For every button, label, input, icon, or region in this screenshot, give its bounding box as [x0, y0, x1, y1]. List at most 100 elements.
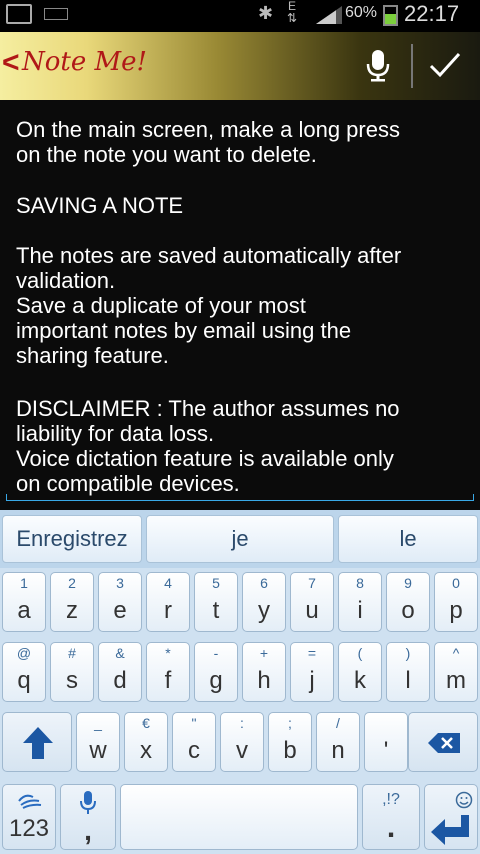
battery-icon: [383, 5, 398, 26]
enter-icon: [431, 815, 469, 845]
key-b[interactable]: ; b: [268, 712, 312, 772]
app-header: < Note Me!: [0, 32, 480, 100]
note-paragraph: On the main screen, make a long press on…: [16, 117, 400, 167]
key-h[interactable]: + h: [242, 642, 286, 702]
space-key[interactable]: [120, 784, 358, 850]
shift-key[interactable]: [2, 712, 72, 772]
comma-label: ,: [84, 815, 92, 846]
key-g[interactable]: -g: [194, 642, 238, 702]
key-l[interactable]: ) l: [386, 642, 430, 702]
key-c[interactable]: " c: [172, 712, 216, 772]
key-label: ': [383, 737, 389, 764]
microphone-icon[interactable]: [364, 48, 392, 82]
signal-icon: [316, 6, 342, 24]
key-r[interactable]: 4r: [146, 572, 190, 632]
key-alt-label: 7: [308, 575, 316, 591]
key-label: m: [446, 667, 466, 694]
back-button[interactable]: <: [2, 46, 20, 80]
key-f[interactable]: * f: [146, 642, 190, 702]
key-alt-label: ": [191, 715, 197, 731]
key-label: l: [405, 667, 411, 694]
key-label: q: [17, 667, 31, 694]
key-label: e: [113, 597, 127, 624]
key-alt-label: _: [94, 715, 102, 731]
key-label: f: [164, 667, 172, 694]
key-label: h: [257, 667, 271, 694]
key-alt-label: @: [16, 645, 32, 661]
comma-mic-key[interactable]: ,: [60, 784, 116, 850]
key-label: u: [305, 597, 319, 624]
gallery-notification-icon: [6, 4, 32, 24]
microphone-icon: [80, 791, 96, 814]
key-a[interactable]: 1a: [2, 572, 46, 632]
key-label: r: [164, 597, 172, 624]
key-y[interactable]: 6y: [242, 572, 286, 632]
app-title: Note Me!: [22, 47, 147, 77]
clock: 22:17: [404, 1, 460, 26]
key-n[interactable]: / n: [316, 712, 360, 772]
key-d[interactable]: & d: [98, 642, 142, 702]
key-label: a: [17, 597, 31, 624]
key-p[interactable]: 0p: [434, 572, 478, 632]
text-field-underline: [6, 500, 474, 501]
key-alt-label: =: [307, 645, 317, 661]
suggestion-3[interactable]: le: [338, 515, 478, 563]
key-label: x: [140, 737, 152, 764]
key-v[interactable]: :v: [220, 712, 264, 772]
suggestion-2[interactable]: je: [146, 515, 334, 563]
key-o[interactable]: 9o: [386, 572, 430, 632]
key-label: k: [354, 667, 366, 694]
enter-key[interactable]: [424, 784, 478, 850]
key-alt-label: +: [259, 645, 269, 661]
key-t[interactable]: 5t: [194, 572, 238, 632]
note-editor[interactable]: On the main screen, make a long press on…: [0, 100, 480, 510]
suggestion-1[interactable]: Enregistrez: [2, 515, 142, 563]
key-label: w: [89, 737, 107, 764]
key-w[interactable]: _ w: [76, 712, 120, 772]
key-alt-label: ): [405, 645, 411, 661]
swype-key[interactable]: 123: [2, 784, 56, 850]
status-bar: ✱ E ⇅ 60% 22:17: [0, 0, 480, 30]
battery-percent: 60%: [345, 4, 378, 21]
key-alt-label: 4: [164, 575, 172, 591]
key-label: z: [66, 597, 78, 624]
key-alt-label: ^: [452, 645, 460, 661]
key-label: v: [236, 737, 248, 764]
key-apostrophe[interactable]: ': [364, 712, 408, 772]
key-alt-label: 5: [212, 575, 220, 591]
key-u[interactable]: 7u: [290, 572, 334, 632]
bluetooth-icon: ✱: [258, 3, 274, 23]
key-alt-label: /: [336, 715, 340, 731]
key-label: g: [209, 667, 223, 694]
swype-icon: [18, 794, 42, 809]
key-alt-label: 6: [260, 575, 268, 591]
period-key[interactable]: ,!? .: [362, 784, 420, 850]
key-alt-label: &: [115, 645, 125, 661]
key-i[interactable]: 8i: [338, 572, 382, 632]
soft-keyboard: Enregistrez je le 1a2z3e4r5t6y7u8i9o0p @…: [0, 510, 480, 854]
key-alt-label: 0: [452, 575, 460, 591]
numbers-key-label: 123: [8, 815, 50, 842]
key-alt-label: 1: [20, 575, 28, 591]
key-x[interactable]: € x: [124, 712, 168, 772]
backspace-icon: [428, 733, 460, 753]
key-k[interactable]: (k: [338, 642, 382, 702]
key-label: o: [401, 597, 415, 624]
shift-icon: [23, 727, 53, 759]
key-alt-label: -: [213, 645, 219, 661]
key-alt-label: 2: [68, 575, 76, 591]
key-label: n: [331, 737, 345, 764]
key-s[interactable]: # s: [50, 642, 94, 702]
key-m[interactable]: ^ m: [434, 642, 478, 702]
key-z[interactable]: 2z: [50, 572, 94, 632]
punctuation-label: ,!?: [382, 791, 400, 808]
key-alt-label: 9: [404, 575, 412, 591]
key-q[interactable]: @ q: [2, 642, 46, 702]
check-icon[interactable]: [428, 48, 462, 82]
backspace-key[interactable]: [408, 712, 478, 772]
key-label: s: [66, 667, 78, 694]
key-e[interactable]: 3e: [98, 572, 142, 632]
key-alt-label: (: [357, 645, 363, 661]
key-j[interactable]: = j: [290, 642, 334, 702]
note-paragraph: SAVING A NOTE: [16, 193, 184, 218]
